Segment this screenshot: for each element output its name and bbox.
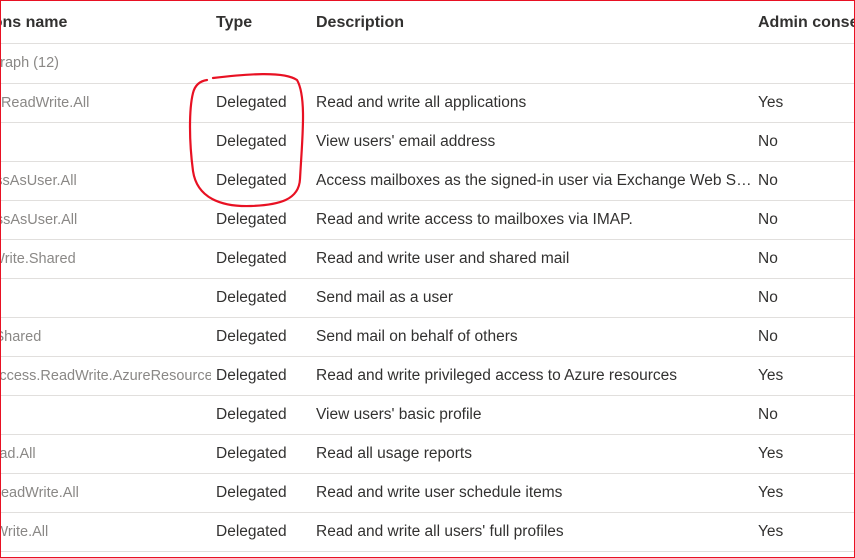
admin-consent-cell: No: [758, 132, 778, 150]
permission-name-cell[interactable]: IMAP.AccessAsUser.All: [1, 200, 211, 239]
permission-type-cell: Delegated: [216, 444, 287, 462]
table-row[interactable]: Mail.Send Delegated Send mail as a user No: [1, 278, 854, 317]
permission-name-cell[interactable]: profile: [1, 395, 211, 434]
permission-description-cell: Read all usage reports: [316, 444, 472, 462]
table-row[interactable]: email Delegated View users' email address N…: [1, 122, 854, 161]
table-row[interactable]: profile Delegated View users' basic profil…: [1, 395, 854, 434]
permission-name-cell[interactable]: PrivilegedAccess.ReadWrite.AzureResource…: [1, 356, 211, 395]
api-group-label[interactable]: Microsoft Graph (12): [1, 43, 854, 83]
permission-type-cell: Delegated: [216, 483, 287, 501]
permission-name-cell[interactable]: Mail.ReadWrite.Shared: [1, 239, 211, 278]
admin-consent-cell: No: [758, 171, 778, 189]
permission-type-cell: Delegated: [216, 249, 287, 267]
column-header-admin-consent[interactable]: Admin conse: [753, 1, 854, 44]
admin-consent-cell: No: [758, 210, 778, 228]
admin-consent-cell: Yes: [758, 444, 784, 462]
permission-description-cell: Read and write all users' full profiles: [316, 522, 564, 540]
permission-description-cell: Read and write privileged access to Azur…: [316, 366, 677, 384]
permission-description-cell: Send mail on behalf of others: [316, 327, 518, 345]
permission-type-cell: Delegated: [216, 93, 287, 111]
table-header-row: Permissions name Type Description Admin …: [1, 1, 854, 44]
permissions-table-viewport: Permissions name Type Description Admin …: [1, 1, 854, 557]
permission-name-cell[interactable]: Application.ReadWrite.All: [1, 83, 211, 122]
permission-description-cell: Send mail as a user: [316, 288, 453, 306]
permission-description-cell: Read and write user schedule items: [316, 483, 563, 501]
permission-type-cell: Delegated: [216, 210, 287, 228]
permission-name-cell[interactable]: Schedule.ReadWrite.All: [1, 473, 211, 512]
permission-type-cell: Delegated: [216, 132, 287, 150]
column-header-description[interactable]: Description: [311, 1, 753, 44]
permission-type-cell: Delegated: [216, 366, 287, 384]
table-row[interactable]: Application.ReadWrite.All Delegated Read a…: [1, 83, 854, 122]
permission-type-cell: Delegated: [216, 171, 287, 189]
column-header-permission-name[interactable]: Permissions name: [1, 1, 211, 44]
table-row[interactable]: EWS.AccessAsUser.All Delegated Access mail…: [1, 161, 854, 200]
table-row[interactable]: Reports.Read.All Delegated Read all usage …: [1, 434, 854, 473]
permission-name-cell[interactable]: email: [1, 122, 211, 161]
permission-description-cell: View users' email address: [316, 132, 496, 150]
permission-name-cell[interactable]: Reports.Read.All: [1, 434, 211, 473]
admin-consent-cell: Yes: [758, 522, 784, 540]
table-row[interactable]: User.ReadWrite.All Delegated Read and writ…: [1, 512, 854, 551]
admin-consent-cell: No: [758, 405, 778, 423]
permission-type-cell: Delegated: [216, 405, 287, 423]
permission-type-cell: Delegated: [216, 327, 287, 345]
admin-consent-cell: Yes: [758, 483, 784, 501]
permission-type-cell: Delegated: [216, 288, 287, 306]
admin-consent-cell: No: [758, 288, 778, 306]
permission-description-cell: Read and write access to mailboxes via I…: [316, 210, 633, 228]
permission-description-cell: View users' basic profile: [316, 405, 482, 423]
admin-consent-cell: No: [758, 249, 778, 267]
table-row[interactable]: PrivilegedAccess.ReadWrite.AzureResource…: [1, 356, 854, 395]
permission-name-cell[interactable]: EWS.AccessAsUser.All: [1, 161, 211, 200]
admin-consent-cell: Yes: [758, 93, 784, 111]
table-row[interactable]: Schedule.ReadWrite.All Delegated Read and …: [1, 473, 854, 512]
permission-type-cell: Delegated: [216, 522, 287, 540]
column-header-type[interactable]: Type: [211, 1, 311, 44]
admin-consent-cell: No: [758, 327, 778, 345]
screenshot-frame: Permissions name Type Description Admin …: [0, 0, 855, 558]
table-row[interactable]: Mail.Send.Shared Delegated Send mail on be…: [1, 317, 854, 356]
permission-description-cell: Read and write all applications: [316, 93, 527, 111]
permission-name-cell[interactable]: User.ReadWrite.All: [1, 512, 211, 551]
permission-name-cell[interactable]: Mail.Send: [1, 278, 211, 317]
permissions-table: Permissions name Type Description Admin …: [1, 1, 854, 552]
table-row[interactable]: IMAP.AccessAsUser.All Delegated Read and w…: [1, 200, 854, 239]
permission-description-cell: Read and write user and shared mail: [316, 249, 570, 267]
api-group-row[interactable]: Microsoft Graph (12): [1, 43, 854, 83]
permission-description-cell: Access mailboxes as the signed-in user v…: [316, 171, 753, 189]
permission-name-cell[interactable]: Mail.Send.Shared: [1, 317, 211, 356]
table-row[interactable]: Mail.ReadWrite.Shared Delegated Read and w…: [1, 239, 854, 278]
admin-consent-cell: Yes: [758, 366, 784, 384]
